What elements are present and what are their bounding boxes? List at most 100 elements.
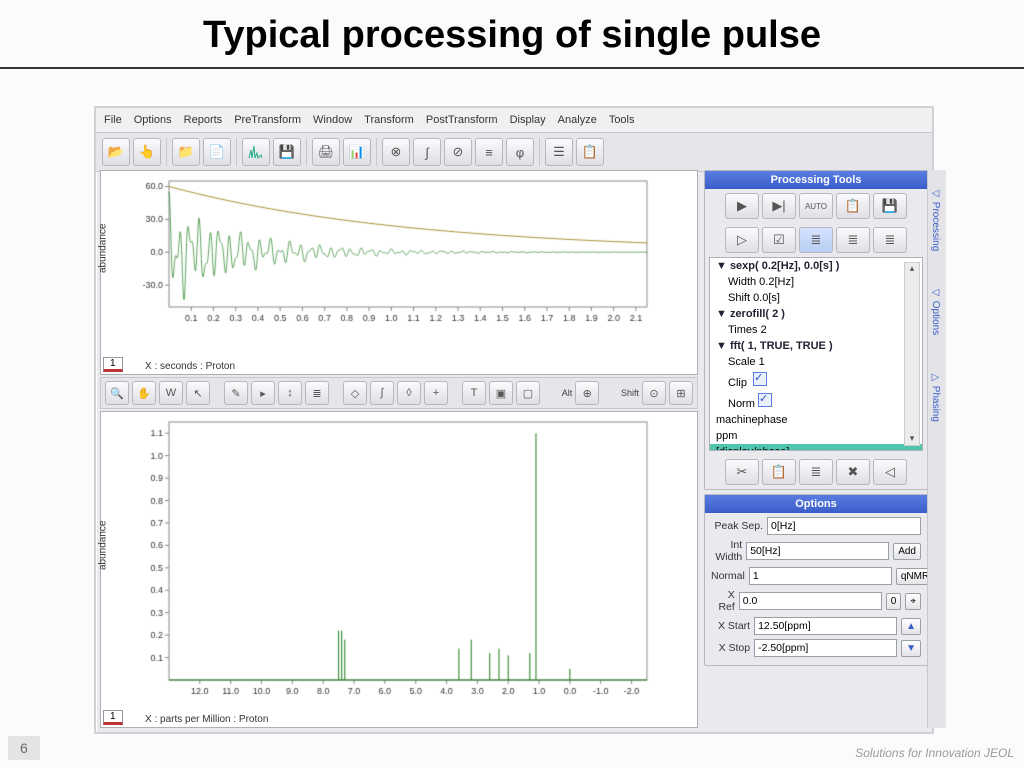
spec-badge[interactable]: 1 [103,710,123,725]
sexp-width[interactable]: Width 0.2[Hz] [710,274,922,290]
menu-file[interactable]: File [104,114,122,126]
flag-icon[interactable]: + [424,381,448,405]
menu-window[interactable]: Window [313,114,352,126]
xref-input[interactable] [739,592,882,610]
alt-target-icon[interactable]: ⊕ [575,381,599,405]
menu-display[interactable]: Display [510,114,546,126]
menu-reports[interactable]: Reports [184,114,223,126]
play-outline-icon[interactable]: ▷ [725,227,759,253]
display-phase-row[interactable]: [display/phase] [710,444,922,451]
print-icon[interactable]: 🖨 [312,138,340,166]
vtab-phasing[interactable]: ▷ Phasing [928,354,943,440]
pan-icon[interactable]: ✋ [132,381,156,405]
target-icon[interactable]: ⌖ [905,593,921,610]
edit-icon[interactable]: ✎ [224,381,248,405]
menu-pretransform[interactable]: PreTransform [234,114,301,126]
fft-scale[interactable]: Scale 1 [710,354,922,370]
slide-title: Typical processing of single pulse [0,0,1024,69]
xstart-up-icon[interactable]: ▲ [901,618,921,635]
save-proc-icon[interactable]: 💾 [873,193,907,219]
xstart-input[interactable] [754,617,897,635]
spectrum-plot[interactable]: abundance X : parts per Million : Proton… [100,411,698,728]
add-button[interactable]: Add [893,543,921,560]
machinephase-row[interactable]: machinephase [710,412,922,428]
xstart-label: X Start [711,620,750,632]
clip-checkbox-icon[interactable] [753,372,767,386]
pointer-icon[interactable]: ▸ [251,381,275,405]
xstop-down-icon[interactable]: ▼ [901,640,921,657]
plot-area: abundance X : seconds : Proton 1 🔍 ✋ W ↖… [100,170,698,728]
auto-icon[interactable]: AUTO [799,193,833,219]
fid-xlabel: X : seconds : Proton [145,361,235,372]
shift-target-icon[interactable]: ⊙ [642,381,666,405]
box1-icon[interactable]: ▣ [489,381,513,405]
spectrum-icon[interactable] [242,138,270,166]
sexp-header[interactable]: ▼ sexp( 0.2[Hz], 0.0[s] ) [710,258,922,274]
list1-icon[interactable]: ≣ [799,227,833,253]
integral-icon[interactable]: ∫ [413,138,441,166]
menu-posttransform[interactable]: PostTransform [426,114,498,126]
baseline-icon[interactable]: ≡ [475,138,503,166]
ruler-icon[interactable]: ↕ [278,381,302,405]
open-geom-icon[interactable]: 📁 [172,138,200,166]
vertical-tabs: ◁ Processing ◁ Options ▷ Phasing [927,170,946,728]
fft-norm[interactable]: Norm [710,391,922,412]
grid-icon[interactable]: ⊞ [669,381,693,405]
zerofill-times[interactable]: Times 2 [710,322,922,338]
paste-icon[interactable]: 📋 [762,459,796,485]
step-icon[interactable]: ▶| [762,193,796,219]
report-icon[interactable]: 📊 [343,138,371,166]
int-icon[interactable]: ∫ [370,381,394,405]
processing-list[interactable]: ▼ sexp( 0.2[Hz], 0.0[s] ) Width 0.2[Hz] … [709,257,923,451]
add-list-icon[interactable]: 📋 [576,138,604,166]
brand-footer: Solutions for Innovation JEOL [855,746,1014,760]
text-icon[interactable]: T [462,381,486,405]
save-icon[interactable]: 💾 [273,138,301,166]
menu-options[interactable]: Options [134,114,172,126]
poly-icon[interactable]: ◇ [343,381,367,405]
open-icon[interactable]: 📂 [102,138,130,166]
main-toolbar: 📂 👆 📁 📄 💾 🖨 📊 ⊗ ∫ ⊘ ≡ φ ☰ 📋 [96,133,932,172]
peak-pick-icon[interactable]: W [159,381,183,405]
erase-icon[interactable]: ◊ [397,381,421,405]
xstop-input[interactable] [754,639,897,657]
reject-icon[interactable]: ⊘ [444,138,472,166]
norm-checkbox-icon[interactable] [758,393,772,407]
sexp-shift[interactable]: Shift 0.0[s] [710,290,922,306]
delete-icon[interactable]: ✖ [836,459,870,485]
phase-icon[interactable]: φ [506,138,534,166]
cursor-icon[interactable]: ↖ [186,381,210,405]
box2-icon[interactable]: ▢ [516,381,540,405]
fid-badge[interactable]: 1 [103,357,123,372]
proc-scrollbar[interactable]: ▴▾ [904,262,920,446]
menu-analyze[interactable]: Analyze [558,114,597,126]
fft-header[interactable]: ▼ fft( 1, TRUE, TRUE ) [710,338,922,354]
menu-tools[interactable]: Tools [609,114,635,126]
cut-icon[interactable]: ✂ [725,459,759,485]
insert-icon[interactable]: ≣ [799,459,833,485]
copy-proc-icon[interactable]: 📋 [836,193,870,219]
menu-transform[interactable]: Transform [364,114,414,126]
play-icon[interactable]: ▶ [725,193,759,219]
ppm-row[interactable]: ppm [710,428,922,444]
processing-title: Processing Tools [705,171,927,189]
rewind-icon[interactable]: ◁ [873,459,907,485]
list2-icon[interactable]: ≣ [836,227,870,253]
levels-icon[interactable]: ≣ [305,381,329,405]
close-icon[interactable]: ⊗ [382,138,410,166]
check-down-icon[interactable]: ☑ [762,227,796,253]
zerofill-header[interactable]: ▼ zerofill( 2 ) [710,306,922,322]
peak-sep-input[interactable] [767,517,921,535]
fft-clip[interactable]: Clip [710,370,922,391]
fid-plot[interactable]: abundance X : seconds : Proton 1 [100,170,698,375]
list3-icon[interactable]: ≣ [873,227,907,253]
int-width-input[interactable] [746,542,889,560]
vtab-options[interactable]: ◁ Options [928,269,943,353]
hand-icon[interactable]: 👆 [133,138,161,166]
close-geom-icon[interactable]: 📄 [203,138,231,166]
vtab-processing[interactable]: ◁ Processing [928,170,943,269]
normal-input[interactable] [749,567,892,585]
zoom-icon[interactable]: 🔍 [105,381,129,405]
zero-button[interactable]: 0 [886,593,902,610]
list-icon[interactable]: ☰ [545,138,573,166]
